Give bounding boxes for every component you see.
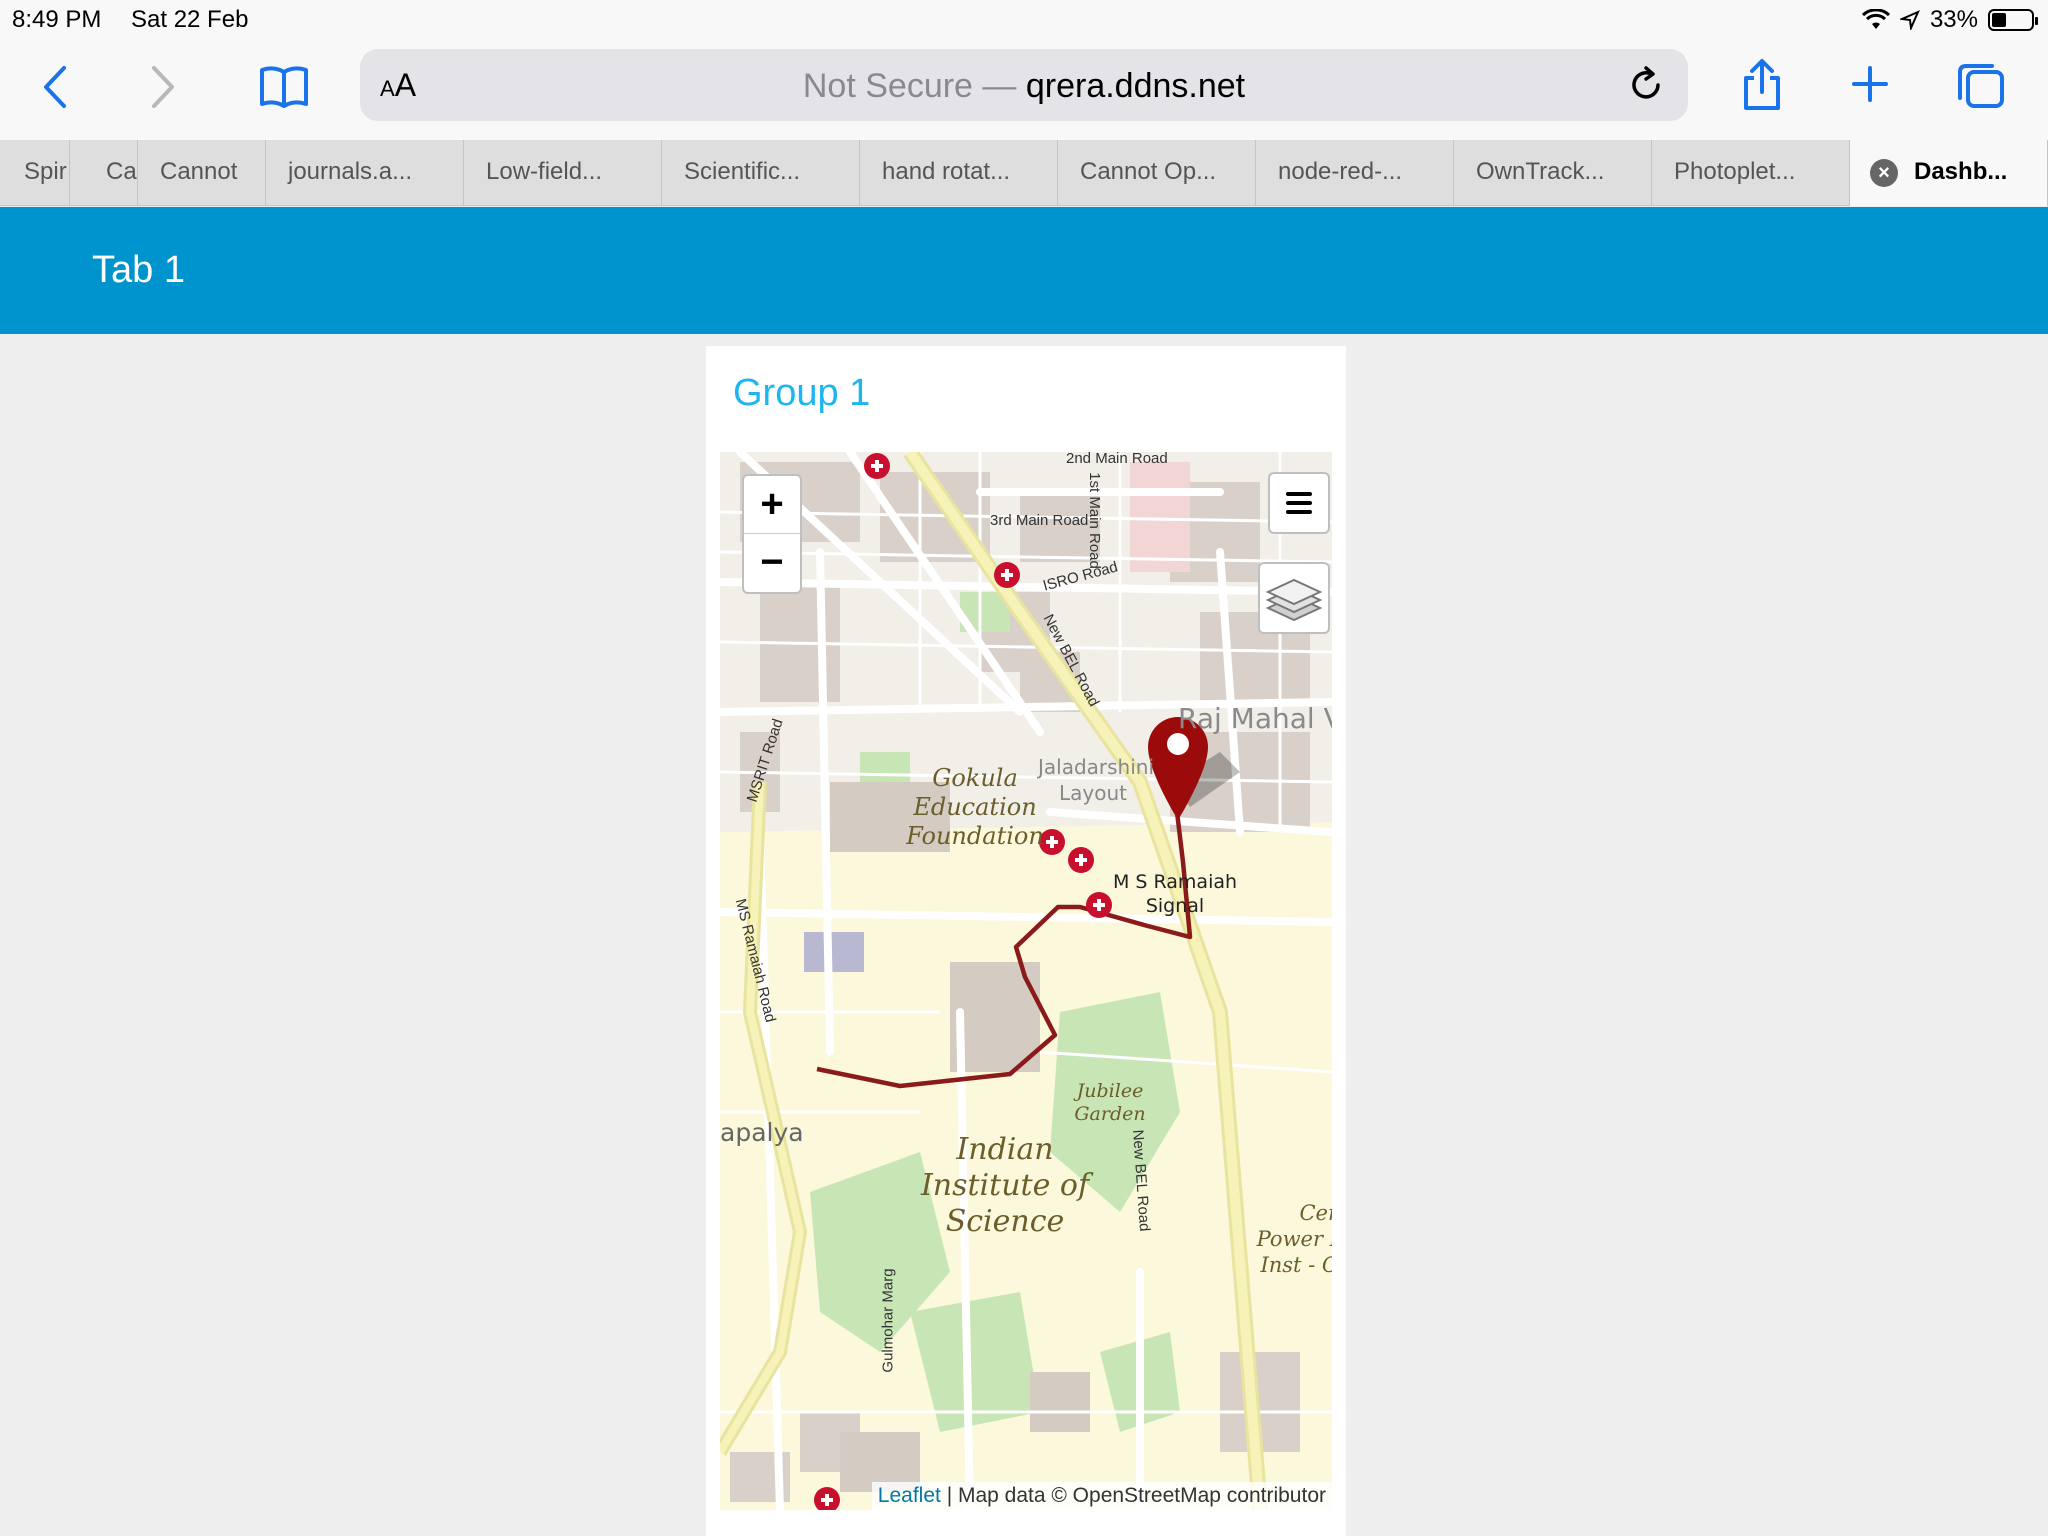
map-widget[interactable]: Gokula Education Foundation Indian Insti… bbox=[720, 452, 1332, 1510]
tab-item[interactable]: node-red-... bbox=[1256, 140, 1454, 206]
status-date: Sat 22 Feb bbox=[131, 6, 249, 33]
layers-button[interactable] bbox=[1258, 562, 1330, 634]
road-label: Gulmohar Marg bbox=[879, 1268, 897, 1373]
map-menu-button[interactable] bbox=[1268, 472, 1330, 534]
status-indicators: 33% bbox=[1861, 6, 2038, 34]
map-label-jubilee: Jubilee Garden bbox=[1074, 1080, 1146, 1125]
road-label: 1st Main Road bbox=[1085, 472, 1103, 569]
dashboard-tab-title: Tab 1 bbox=[92, 249, 185, 291]
tab-item[interactable]: Cannot Op... bbox=[1058, 140, 1256, 206]
tabs-icon[interactable] bbox=[1956, 60, 2006, 110]
map-label-jaladarshini: Jaladarshini Layout bbox=[1038, 755, 1155, 805]
forward-icon[interactable] bbox=[148, 64, 178, 110]
tab-item[interactable]: OwnTrack... bbox=[1454, 140, 1652, 206]
group-title: Group 1 bbox=[733, 372, 871, 414]
not-secure-label: Not Secure — bbox=[802, 67, 1017, 105]
tab-item[interactable]: Ca bbox=[70, 140, 138, 206]
zoom-control: + − bbox=[742, 474, 802, 594]
tab-strip: Spir Ca Cannot journals.a... Low-field..… bbox=[0, 140, 2048, 206]
bookmarks-icon[interactable] bbox=[258, 64, 310, 110]
zoom-in-button[interactable]: + bbox=[744, 476, 800, 534]
layers-icon bbox=[1265, 578, 1323, 622]
new-tab-icon[interactable] bbox=[1850, 64, 1890, 104]
address-bar[interactable]: AA Not Secure — qrera.ddns.net bbox=[360, 49, 1688, 121]
wifi-icon bbox=[1861, 9, 1890, 29]
map-tiles bbox=[720, 452, 1332, 1510]
tab-item[interactable]: journals.a... bbox=[266, 140, 464, 206]
domain-label: qrera.ddns.net bbox=[1025, 67, 1246, 105]
road-label: 3rd Main Road bbox=[990, 512, 1089, 529]
close-tab-icon[interactable]: × bbox=[1870, 159, 1898, 187]
map-attribution: Leaflet | Map data © OpenStreetMap contr… bbox=[871, 1482, 1332, 1510]
tab-item[interactable]: hand rotat... bbox=[860, 140, 1058, 206]
dashboard-group: Group 1 Gokula Education Foundation Indi… bbox=[706, 346, 1346, 1536]
tab-item[interactable]: Cannot bbox=[138, 140, 266, 206]
browser-toolbar: AA Not Secure — qrera.ddns.net bbox=[0, 40, 2048, 140]
battery-icon bbox=[1988, 9, 2038, 31]
map-label-iisc: Indian Institute of Science bbox=[920, 1132, 1090, 1239]
map-label-palya: apalya bbox=[720, 1118, 804, 1147]
status-bar: 8:49 PM Sat 22 Feb 33% bbox=[0, 0, 2048, 40]
zoom-out-button[interactable]: − bbox=[744, 534, 800, 592]
map-label-power: Cer Power I Inst - C bbox=[1256, 1201, 1332, 1277]
tab-item[interactable]: Spir bbox=[0, 140, 70, 206]
map-label-raj-mahal: Raj Mahal V bbox=[1178, 702, 1332, 735]
share-icon[interactable] bbox=[1740, 58, 1784, 112]
tab-item[interactable]: Scientific... bbox=[662, 140, 860, 206]
dashboard-header: Tab 1 bbox=[0, 207, 2048, 334]
hamburger-icon bbox=[1286, 492, 1312, 514]
url-display[interactable]: Not Secure — qrera.ddns.net bbox=[360, 67, 1688, 106]
back-icon[interactable] bbox=[40, 64, 70, 110]
leaflet-link[interactable]: Leaflet bbox=[878, 1484, 941, 1507]
status-time: 8:49 PM bbox=[12, 6, 102, 33]
active-tab-label: Dashb... bbox=[1914, 158, 2008, 185]
tab-item[interactable]: Photoplet... bbox=[1652, 140, 1850, 206]
reload-icon[interactable] bbox=[1628, 65, 1666, 105]
tab-item-active[interactable]: × Dashb... bbox=[1850, 140, 2048, 206]
location-icon bbox=[1899, 10, 1920, 30]
battery-percent: 33% bbox=[1929, 6, 1978, 33]
tab-item[interactable]: Low-field... bbox=[464, 140, 662, 206]
road-label: 2nd Main Road bbox=[1066, 452, 1168, 467]
map-label-signal: M S Ramaiah Signal bbox=[1112, 871, 1238, 917]
attribution-text: | Map data © OpenStreetMap contributor bbox=[940, 1484, 1326, 1507]
battery-fill bbox=[1992, 13, 2006, 27]
